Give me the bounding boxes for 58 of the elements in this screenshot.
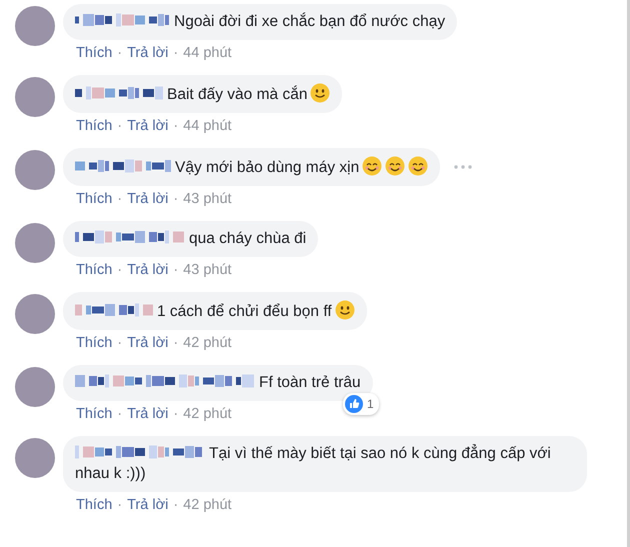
separator-dot: · (116, 44, 124, 62)
reply-link[interactable]: Trả lời (127, 190, 168, 208)
reply-link[interactable]: Trả lời (127, 405, 168, 423)
comment-text: qua cháy chùa đi (189, 230, 306, 247)
separator-dot: · (172, 334, 180, 352)
comment-time: 44 phút (183, 117, 232, 135)
emoji-icon (334, 300, 355, 320)
avatar[interactable] (15, 150, 55, 190)
like-link[interactable]: Thích (76, 44, 112, 62)
comment-time: 42 phút (183, 405, 232, 423)
emoji-icon (385, 156, 406, 176)
emoji-icon (408, 156, 428, 176)
comment-time: 42 phút (183, 496, 232, 514)
comment-time: 42 phút (183, 334, 232, 352)
comment-text: Vậy mới bảo dùng máy xịn (175, 159, 360, 176)
like-link[interactable]: Thích (76, 405, 112, 423)
avatar[interactable] (15, 77, 55, 117)
reply-link[interactable]: Trả lời (127, 261, 168, 279)
reply-link[interactable]: Trả lời (127, 117, 168, 135)
separator-dot: · (116, 190, 124, 208)
separator-dot: · (172, 190, 180, 208)
avatar[interactable] (15, 294, 55, 334)
comment-time: 43 phút (183, 261, 232, 279)
separator-dot: · (172, 117, 180, 135)
separator-dot: · (172, 496, 180, 514)
like-link[interactable]: Thích (76, 261, 112, 279)
separator-dot: · (116, 405, 124, 423)
like-link[interactable]: Thích (76, 334, 112, 352)
comment-text: Bait đấy vào mà cắn (167, 86, 308, 103)
emoji-icon (362, 156, 382, 176)
avatar[interactable] (15, 367, 55, 407)
comment-text: 1 cách để chửi đểu bọn ff (157, 303, 332, 320)
avatar[interactable] (15, 223, 55, 263)
avatar[interactable] (15, 6, 55, 46)
avatar[interactable] (15, 438, 55, 478)
reaction-count: 1 (366, 396, 374, 412)
reply-link[interactable]: Trả lời (127, 496, 168, 514)
comment-text: Tại vì thế mày biết tại sao nó k cùng đẳng cấp với nhau k :))) (75, 445, 551, 482)
comment-time: 44 phút (183, 44, 232, 62)
reply-link[interactable]: Trả lời (127, 334, 168, 352)
comment-time: 43 phút (183, 190, 232, 208)
thumbs-up-icon (344, 395, 363, 413)
separator-dot: · (172, 44, 180, 62)
comment-text: Ff toàn trẻ trâu (259, 374, 361, 391)
reaction-badge[interactable]: 1 (342, 393, 379, 415)
separator-dot: · (116, 334, 124, 352)
separator-dot: · (116, 117, 124, 135)
reply-link[interactable]: Trả lời (127, 44, 168, 62)
separator-dot: · (116, 496, 124, 514)
separator-dot: · (172, 261, 180, 279)
comment-text: Ngoài đời đi xe chắc bạn đổ nước chạy (174, 13, 446, 30)
like-link[interactable]: Thích (76, 117, 112, 135)
separator-dot: · (116, 261, 124, 279)
separator-dot: · (172, 405, 180, 423)
like-link[interactable]: Thích (76, 496, 112, 514)
emoji-icon (310, 83, 330, 103)
like-link[interactable]: Thích (76, 190, 112, 208)
more-options-icon[interactable] (454, 165, 472, 169)
